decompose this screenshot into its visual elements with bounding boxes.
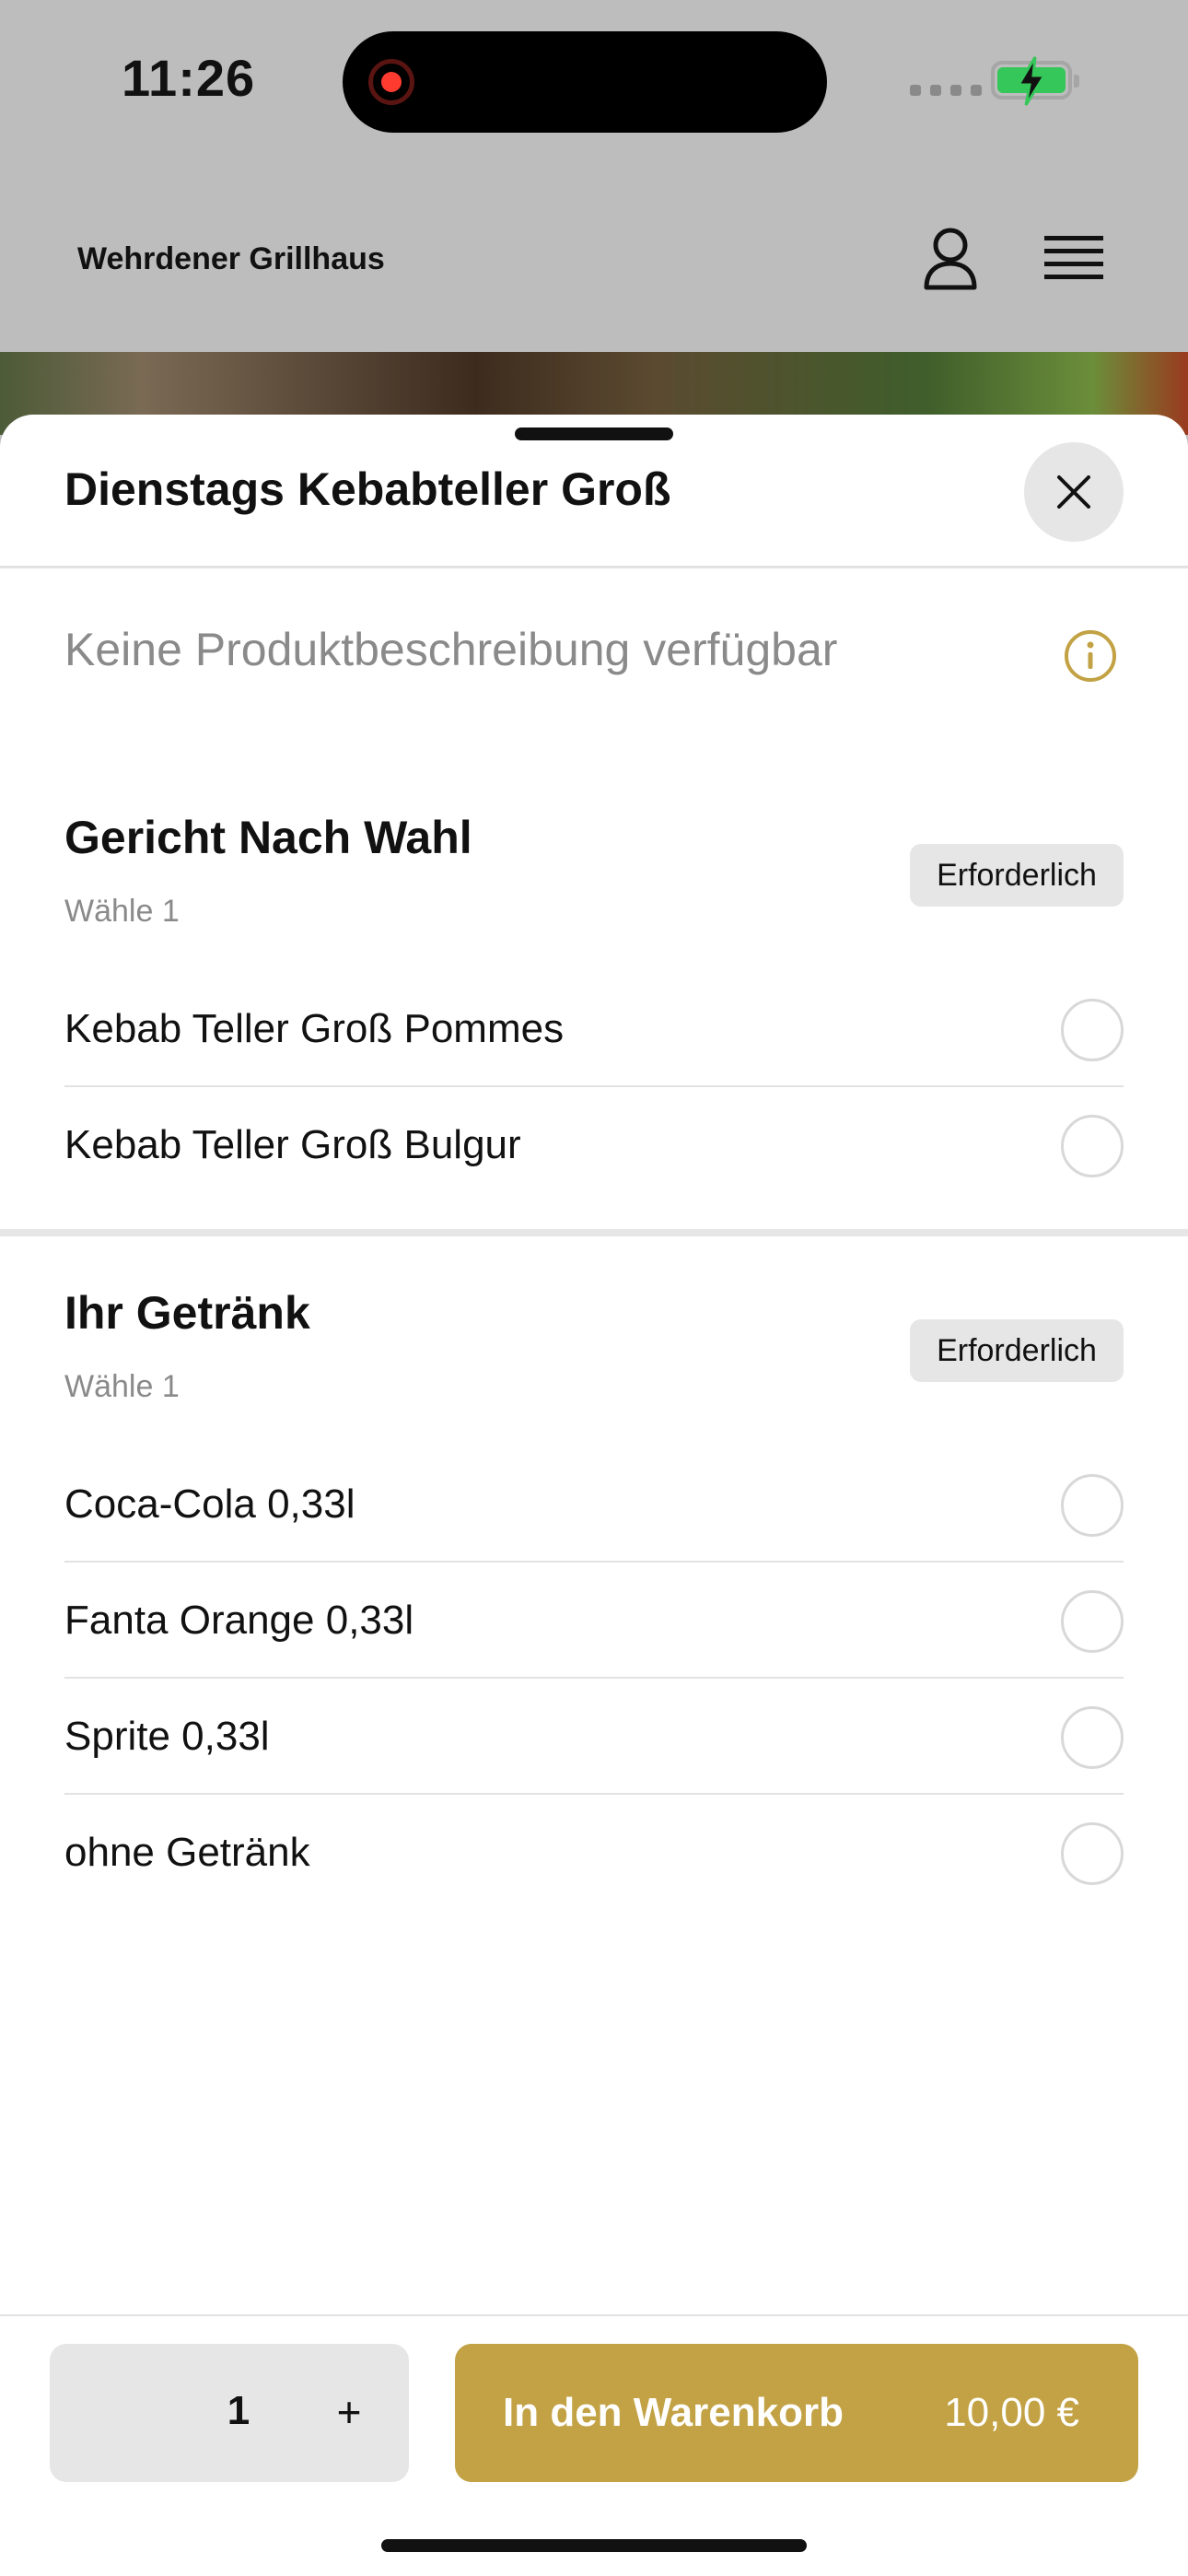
app-header: Wehrdener Grillhaus	[0, 166, 1188, 352]
group-subtitle-gericht: Wähle 1	[64, 894, 180, 929]
product-sheet: Dienstags Kebabteller Groß Keine Produkt…	[0, 415, 1188, 2576]
add-to-cart-button[interactable]: In den Warenkorb 10,00 €	[455, 2344, 1138, 2482]
radio-button[interactable]	[1061, 1706, 1124, 1769]
group-subtitle-getraenk: Wähle 1	[64, 1369, 180, 1404]
group-title-getraenk: Ihr Getränk	[64, 1287, 310, 1339]
option-sprite[interactable]: Sprite 0,33l	[64, 1679, 1124, 1795]
option-label: ohne Getränk	[64, 1830, 310, 1875]
radio-button[interactable]	[1061, 1115, 1124, 1177]
radio-button[interactable]	[1061, 1822, 1124, 1885]
recording-indicator-icon	[368, 59, 414, 105]
charging-bolt-icon	[1016, 56, 1047, 106]
required-badge: Erforderlich	[910, 1319, 1124, 1382]
battery-icon	[991, 56, 1079, 106]
status-time: 11:26	[122, 49, 256, 107]
option-coca-cola[interactable]: Coca-Cola 0,33l	[64, 1446, 1124, 1563]
quantity-stepper: 1 +	[50, 2344, 409, 2482]
add-to-cart-label: In den Warenkorb	[503, 2390, 844, 2435]
option-label: Fanta Orange 0,33l	[64, 1598, 414, 1643]
section-separator	[0, 1229, 1188, 1236]
footer-divider	[0, 2314, 1188, 2316]
close-icon	[1057, 475, 1090, 509]
dynamic-island	[343, 31, 827, 133]
option-label: Kebab Teller Groß Pommes	[64, 1006, 565, 1051]
status-bar: 11:26	[0, 0, 1188, 166]
sheet-grabber[interactable]	[515, 427, 673, 440]
option-fanta-orange[interactable]: Fanta Orange 0,33l	[64, 1563, 1124, 1679]
brand-name[interactable]: Wehrdener Grillhaus	[77, 241, 385, 277]
option-label: Kebab Teller Groß Bulgur	[64, 1122, 521, 1167]
divider	[0, 566, 1188, 568]
increment-button[interactable]: +	[317, 2377, 381, 2447]
required-badge: Erforderlich	[910, 844, 1124, 907]
option-kebab-bulgur[interactable]: Kebab Teller Groß Bulgur	[64, 1087, 1124, 1203]
price-label: 10,00 €	[944, 2390, 1079, 2435]
user-icon[interactable]	[921, 225, 980, 291]
quantity-value: 1	[227, 2388, 250, 2433]
info-icon[interactable]	[1063, 628, 1118, 684]
product-title: Dienstags Kebabteller Groß	[64, 463, 671, 515]
hamburger-icon[interactable]	[1044, 232, 1103, 284]
home-indicator[interactable]	[381, 2539, 807, 2552]
signal-icon	[910, 85, 982, 96]
option-ohne-getraenk[interactable]: ohne Getränk	[64, 1795, 1124, 1911]
radio-button[interactable]	[1061, 1474, 1124, 1537]
close-button[interactable]	[1024, 442, 1124, 542]
product-description: Keine Produktbeschreibung verfügbar	[64, 624, 838, 675]
option-label: Sprite 0,33l	[64, 1714, 270, 1759]
radio-button[interactable]	[1061, 999, 1124, 1061]
option-label: Coca-Cola 0,33l	[64, 1481, 355, 1527]
group-title-gericht: Gericht Nach Wahl	[64, 812, 472, 863]
option-kebab-pommes[interactable]: Kebab Teller Groß Pommes	[64, 971, 1124, 1087]
radio-button[interactable]	[1061, 1590, 1124, 1653]
